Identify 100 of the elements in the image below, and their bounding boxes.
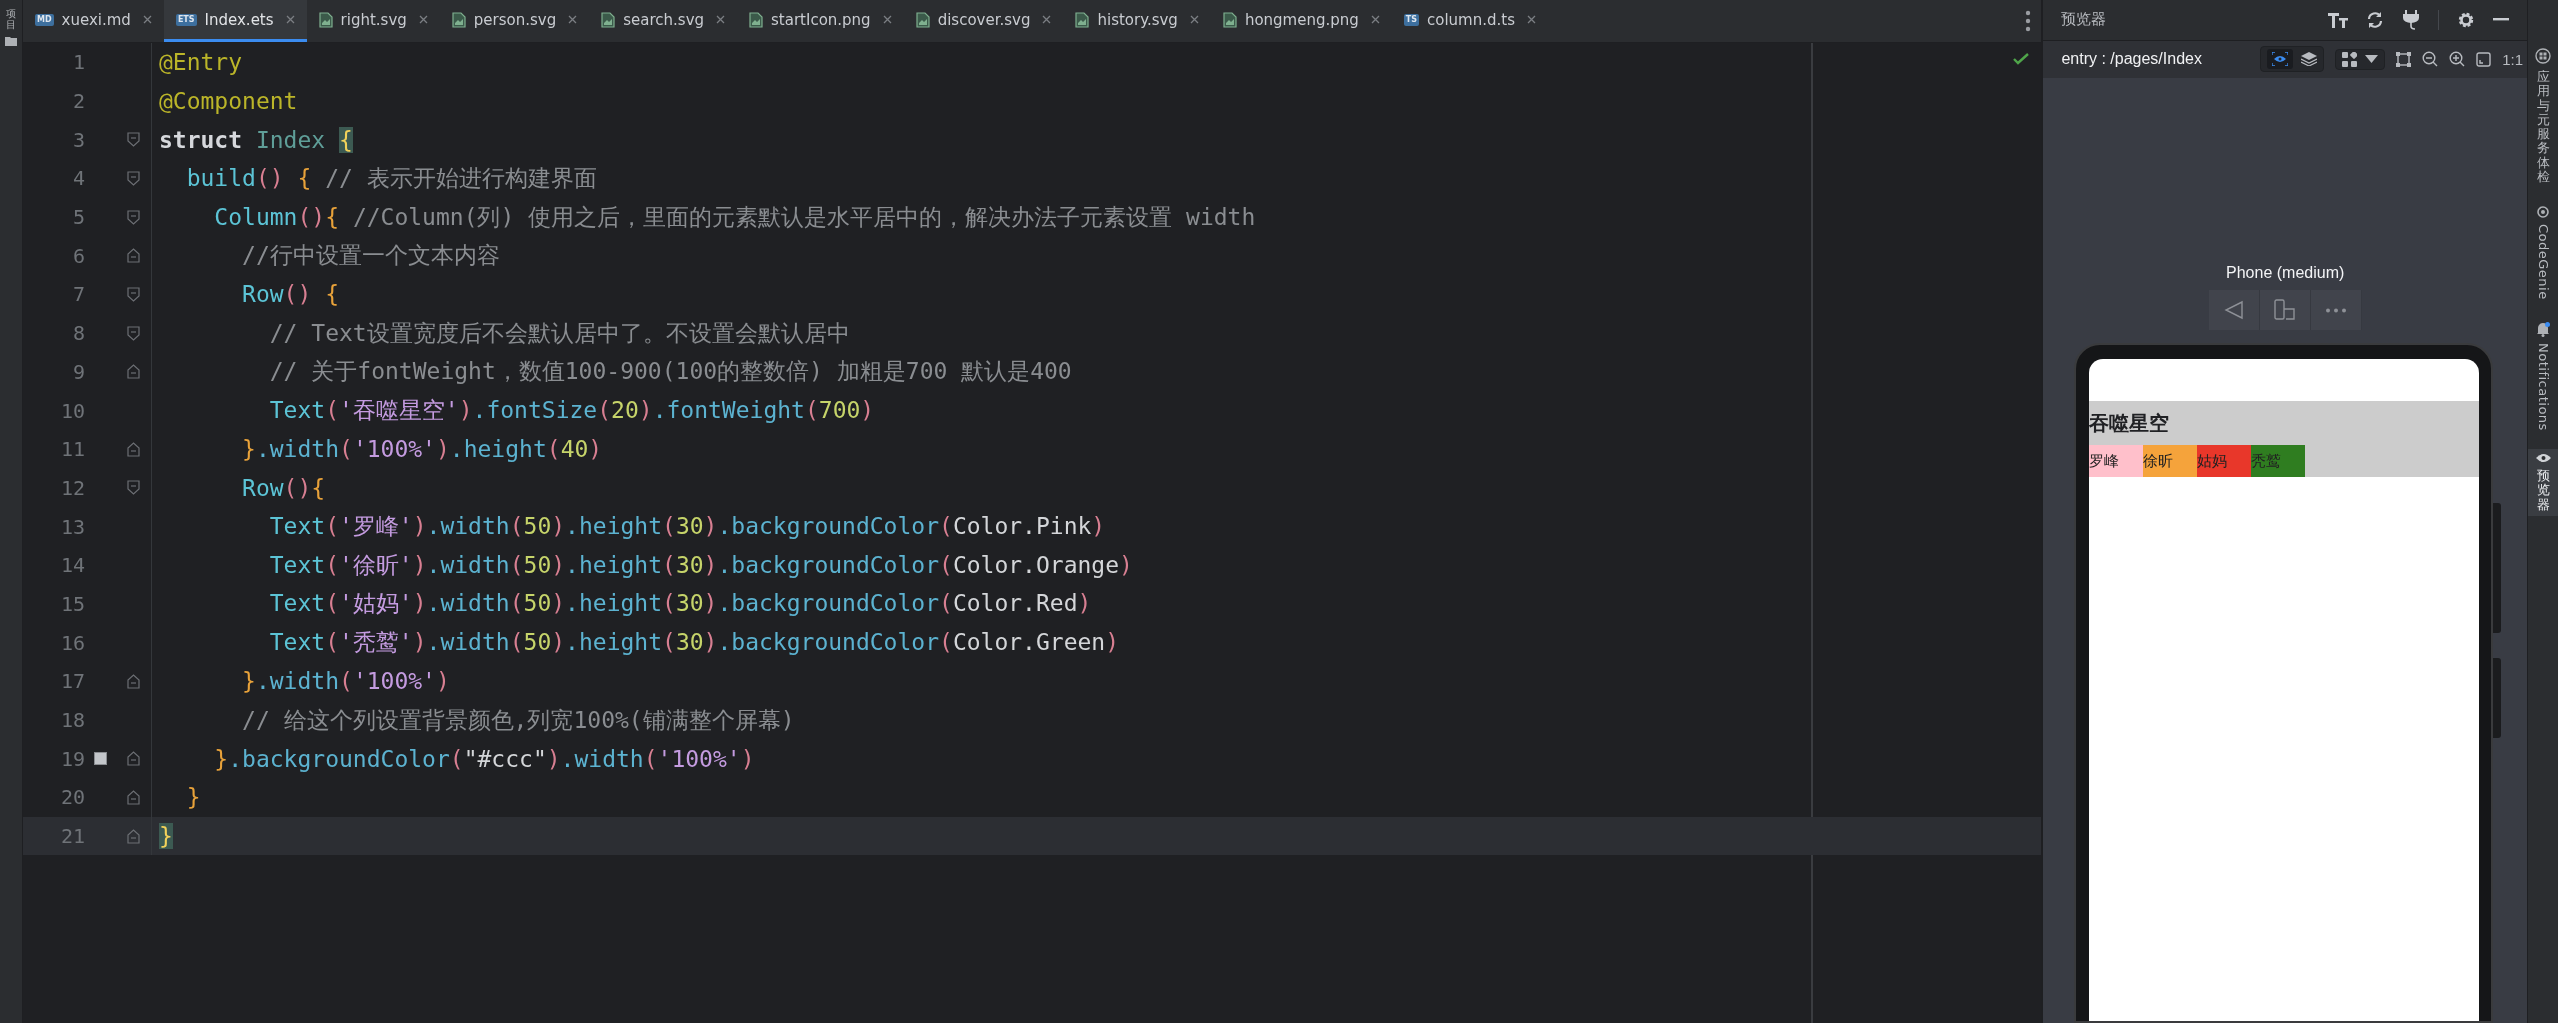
app-check-icon	[2535, 48, 2551, 64]
device-name: Phone (medium)	[2225, 264, 2346, 283]
line-number: 7	[71, 282, 85, 307]
eye-icon	[2535, 452, 2551, 463]
more-icon	[2324, 307, 2347, 313]
code-line: Text('罗峰').width(50).height(30).backgroundColor(Color.Pink)	[268, 512, 1106, 542]
file-tab[interactable]: person.svg	[439, 0, 590, 42]
close-icon[interactable]	[1527, 15, 1536, 24]
inspect-toggle[interactable]	[2267, 49, 2294, 70]
close-icon[interactable]	[716, 15, 726, 24]
tool-window-label[interactable]: 项目	[6, 8, 16, 30]
image-file-icon	[318, 11, 333, 28]
side-tool-tab[interactable]: 应用与元服务体检	[2528, 44, 2558, 189]
fold-icon[interactable]	[127, 480, 141, 496]
code-line: }.backgroundColor("#ccc").width('100%')	[213, 745, 755, 772]
line-number: 12	[59, 475, 85, 500]
close-icon[interactable]	[882, 15, 892, 24]
code-line: Text('徐昕').width(50).height(30).backgroundColor(Color.Orange)	[268, 550, 1133, 580]
side-tool-tab[interactable]: CodeGenie	[2528, 202, 2558, 305]
line-number: 3	[71, 127, 85, 152]
fold-end-icon[interactable]	[127, 789, 141, 805]
frame-icon[interactable]	[2396, 51, 2412, 67]
close-icon[interactable]	[1370, 15, 1380, 24]
code-line: // 关于fontWeight，数值100-900(100的整数倍) 加粗是700 默认是400	[268, 357, 1072, 387]
close-icon[interactable]	[568, 15, 578, 24]
file-tab[interactable]: TS column.d.ts	[1391, 0, 1548, 42]
file-tab[interactable]: MD xuexi.md	[23, 0, 164, 42]
code-line: @Entry	[158, 49, 243, 76]
code-line: struct Index {	[158, 126, 353, 153]
code-line: // Text设置宽度后不会默认居中了。不设置会默认居中	[268, 318, 850, 348]
fold-icon[interactable]	[127, 209, 141, 225]
image-file-icon	[1075, 11, 1090, 28]
line-number: 14	[59, 553, 85, 578]
file-tab[interactable]: ETS Index.ets	[163, 0, 307, 42]
zoom-out-icon[interactable]	[2422, 51, 2439, 68]
name-label: 姑妈	[2197, 445, 2252, 478]
close-icon[interactable]	[1189, 15, 1199, 24]
fold-end-icon[interactable]	[127, 248, 141, 264]
file-type-badge: TS	[1403, 13, 1419, 26]
components-icon[interactable]	[2342, 51, 2358, 67]
side-tool-tab[interactable]: 预览器	[2528, 448, 2558, 516]
line-number: 5	[71, 205, 85, 230]
actual-size-button[interactable]: 1:1	[2502, 50, 2523, 68]
line-number: 11	[59, 437, 85, 462]
file-tab[interactable]: search.svg	[589, 0, 738, 42]
code-line: Text('吞噬星空').fontSize(20).fontWeight(700)	[268, 396, 875, 426]
image-file-icon	[1222, 11, 1237, 28]
minimize-icon[interactable]	[2493, 18, 2509, 22]
folder-icon[interactable]	[5, 36, 17, 46]
zoom-in-icon[interactable]	[2449, 51, 2466, 68]
file-tab[interactable]: discover.svg	[903, 0, 1064, 42]
caret-icon[interactable]	[2365, 55, 2379, 64]
line-number: 2	[71, 89, 85, 114]
close-icon[interactable]	[142, 15, 152, 24]
line-number: 21	[59, 824, 85, 849]
fit-screen-icon[interactable]	[2476, 51, 2492, 67]
side-tool-tab[interactable]: Notifications	[2528, 318, 2558, 435]
file-tab[interactable]: startIcon.png	[737, 0, 904, 42]
line-number: 18	[59, 708, 85, 733]
code-line: Text('姑妈').width(50).height(30).backgroundColor(Color.Red)	[268, 589, 1092, 619]
more-icon[interactable]	[2025, 10, 2032, 32]
settings-icon[interactable]	[2457, 10, 2475, 29]
fold-end-icon[interactable]	[127, 828, 141, 844]
bookmark-icon[interactable]	[94, 752, 108, 766]
file-type-badge: MD	[35, 13, 54, 26]
line-number: 15	[59, 591, 85, 616]
code-line: Text('秃鹫').width(50).height(30).backgroundColor(Color.Green)	[268, 628, 1120, 658]
line-number: 20	[59, 785, 85, 810]
refresh-icon[interactable]	[2366, 10, 2384, 29]
fold-end-icon[interactable]	[127, 673, 141, 689]
file-tab[interactable]: hongmeng.png	[1210, 0, 1392, 42]
code-line: }.width('100%')	[241, 668, 450, 695]
fold-icon[interactable]	[127, 325, 141, 341]
name-label: 罗峰	[2089, 445, 2144, 478]
close-icon[interactable]	[1042, 15, 1052, 24]
line-number: 6	[71, 243, 85, 268]
ring-icon	[2537, 206, 2549, 219]
file-tab[interactable]: right.svg	[306, 0, 440, 42]
plug-icon[interactable]	[2402, 9, 2420, 30]
code-line: Row(){	[241, 474, 326, 501]
heading-text: 吞噬星空	[2089, 409, 2171, 437]
name-label: 秃鹫	[2251, 445, 2306, 478]
layers-icon[interactable]	[2301, 52, 2318, 67]
line-number: 13	[59, 514, 85, 539]
line-number: 10	[59, 398, 85, 423]
fold-end-icon[interactable]	[127, 441, 141, 457]
name-label: 徐昕	[2143, 445, 2198, 478]
fold-icon[interactable]	[127, 286, 141, 302]
code-line: }.width('100%').height(40)	[241, 436, 603, 463]
code-line: Column(){ //Column(列) 使用之后，里面的元素默认是水平居中的，解决办法子元素设置 width	[213, 202, 1256, 232]
fold-icon[interactable]	[127, 132, 141, 148]
file-tab[interactable]: history.svg	[1063, 0, 1211, 42]
close-icon[interactable]	[418, 15, 428, 24]
font-size-icon[interactable]	[2328, 11, 2348, 28]
fold-end-icon[interactable]	[127, 751, 141, 767]
close-icon[interactable]	[285, 15, 295, 24]
panel-title: 预览器	[2061, 10, 2107, 30]
fold-icon[interactable]	[127, 170, 141, 186]
code-line: //行中设置一个文本内容	[241, 241, 500, 271]
fold-end-icon[interactable]	[127, 364, 141, 380]
